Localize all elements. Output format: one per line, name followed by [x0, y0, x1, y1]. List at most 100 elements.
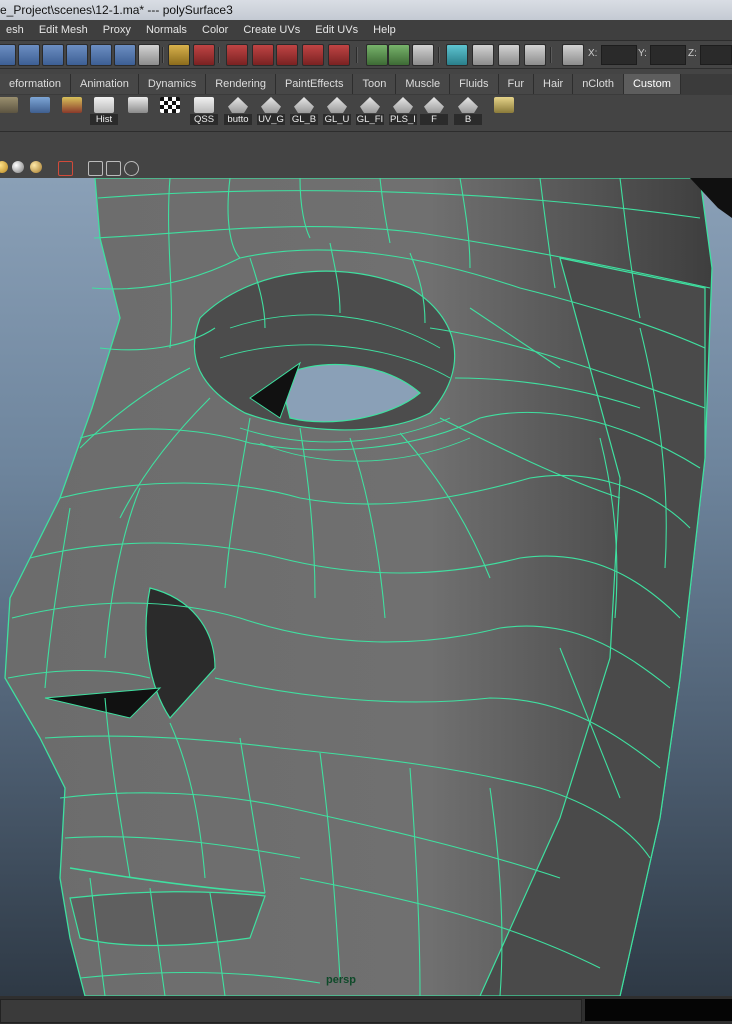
snap-point-icon[interactable] — [276, 44, 298, 66]
tab-fur[interactable]: Fur — [498, 74, 535, 94]
tab-toon[interactable]: Toon — [353, 74, 397, 94]
custom-shelf: Hist QSS butto UV_G GL_B GL_U GL_FI PLS_… — [0, 95, 732, 132]
menu-create-uvs[interactable]: Create UVs — [237, 20, 306, 40]
shelf-button-b[interactable]: B — [454, 97, 482, 129]
y-label: Y: — [638, 48, 647, 59]
menu-edit-uvs[interactable]: Edit UVs — [309, 20, 364, 40]
render-frame-icon[interactable] — [472, 44, 494, 66]
z-label: Z: — [688, 48, 697, 59]
output-ops-icon[interactable] — [388, 44, 410, 66]
select-tool-icon — [128, 97, 148, 113]
viewport-toolbar — [0, 158, 732, 179]
paint-select-icon[interactable] — [42, 44, 64, 66]
face-mode-icon[interactable] — [114, 44, 136, 66]
help-icon[interactable] — [138, 44, 160, 66]
perspective-viewport[interactable]: persp — [0, 178, 732, 996]
main-menu-bar: esh Edit Mesh Proxy Normals Color Create… — [0, 20, 732, 41]
tab-deformation[interactable]: eformation — [0, 74, 71, 94]
menu-help[interactable]: Help — [367, 20, 402, 40]
shelf-button-f[interactable]: F — [420, 97, 448, 129]
menu-normals[interactable]: Normals — [140, 20, 193, 40]
tab-ncloth[interactable]: nCloth — [573, 74, 624, 94]
mel-script-icon — [393, 97, 413, 113]
tab-painteffects[interactable]: PaintEffects — [275, 74, 354, 94]
xray-icon[interactable] — [106, 161, 121, 176]
shelf-button-mesh-tool[interactable] — [0, 97, 22, 129]
bottom-bar — [0, 996, 732, 1024]
snap-curve-icon[interactable] — [252, 44, 274, 66]
shelf-button-butto[interactable]: butto — [224, 97, 252, 129]
tab-custom[interactable]: Custom — [623, 74, 681, 94]
textured-sphere-icon[interactable] — [30, 161, 42, 173]
construction-history-icon[interactable] — [412, 44, 434, 66]
lock-icon[interactable] — [168, 44, 190, 66]
shelf-button-gl-fi[interactable]: GL_FI — [356, 97, 384, 129]
menu-mesh[interactable]: esh — [0, 20, 30, 40]
shelf-button-uv-layout[interactable] — [26, 97, 54, 129]
mel-script-icon — [228, 97, 248, 113]
paint-texture-icon — [62, 97, 82, 113]
lasso-icon[interactable] — [18, 44, 40, 66]
shelf-button-uv-plane[interactable] — [490, 97, 518, 129]
shaded-sphere-icon[interactable] — [12, 161, 24, 173]
tab-dynamics[interactable]: Dynamics — [138, 74, 207, 94]
shelf-button-uv-g[interactable]: UV_G — [257, 97, 285, 129]
menu-color[interactable]: Color — [196, 20, 234, 40]
shelf-button-hist[interactable]: Hist — [90, 97, 118, 129]
shelf-button-gl-u[interactable]: GL_U — [323, 97, 351, 129]
shelf-button-checker[interactable] — [156, 97, 184, 129]
shelf-button-qss[interactable]: QSS — [190, 97, 218, 129]
menu-proxy[interactable]: Proxy — [97, 20, 137, 40]
tab-rendering[interactable]: Rendering — [206, 74, 276, 94]
divider — [438, 47, 440, 63]
snap-plane-icon[interactable] — [302, 44, 324, 66]
pencil-icon — [194, 97, 214, 113]
pencil-icon — [94, 97, 114, 113]
mesh-tool-icon — [0, 97, 18, 113]
horizontal-scrollbar[interactable] — [0, 999, 582, 1023]
render-view-icon[interactable] — [446, 44, 468, 66]
status-line: X: Y: Z: — [0, 41, 732, 69]
y-field[interactable] — [650, 45, 686, 65]
mel-script-icon — [294, 97, 314, 113]
shelf-button-pls-i[interactable]: PLS_I — [389, 97, 417, 129]
tab-muscle[interactable]: Muscle — [396, 74, 451, 94]
select-mode-icon[interactable] — [0, 44, 16, 66]
mel-script-icon — [327, 97, 347, 113]
command-line-field[interactable] — [585, 999, 732, 1021]
menu-edit-mesh[interactable]: Edit Mesh — [33, 20, 94, 40]
tab-animation[interactable]: Animation — [70, 74, 139, 94]
x-label: X: — [588, 48, 598, 59]
mel-script-icon — [424, 97, 444, 113]
shelf-button-select-tool[interactable] — [124, 97, 152, 129]
snap-grid-icon[interactable] — [226, 44, 248, 66]
window-title-bar: e_Project\scenes\12-1.ma* --- polySurfac… — [0, 0, 732, 20]
divider — [218, 47, 220, 63]
share-nodes-icon[interactable] — [124, 161, 139, 176]
face-mesh — [4, 178, 732, 996]
x-field[interactable] — [601, 45, 637, 65]
ipr-render-icon[interactable] — [498, 44, 520, 66]
shelf-button-paint-texture[interactable] — [58, 97, 86, 129]
light-sphere-icon[interactable] — [0, 161, 8, 173]
window-title: e_Project\scenes\12-1.ma* --- polySurfac… — [0, 3, 233, 17]
mel-script-icon — [458, 97, 478, 113]
tab-hair[interactable]: Hair — [534, 74, 574, 94]
divider — [356, 47, 358, 63]
magnet-icon[interactable] — [328, 44, 350, 66]
wireframe-cube-icon[interactable] — [88, 161, 103, 176]
tab-fluids[interactable]: Fluids — [450, 74, 499, 94]
input-ops-icon[interactable] — [366, 44, 388, 66]
mel-script-icon — [261, 97, 281, 113]
edge-mode-icon[interactable] — [90, 44, 112, 66]
transform-input-icon[interactable] — [562, 44, 584, 66]
uv-plane-icon — [494, 97, 514, 113]
uv-layout-icon — [30, 97, 50, 113]
checker-icon — [160, 97, 180, 113]
z-field[interactable] — [700, 45, 732, 65]
render-settings-icon[interactable] — [524, 44, 546, 66]
shelf-button-gl-b[interactable]: GL_B — [290, 97, 318, 129]
select-highlight-icon[interactable] — [193, 44, 215, 66]
isolate-select-icon[interactable] — [58, 161, 73, 176]
vertex-mode-icon[interactable] — [66, 44, 88, 66]
